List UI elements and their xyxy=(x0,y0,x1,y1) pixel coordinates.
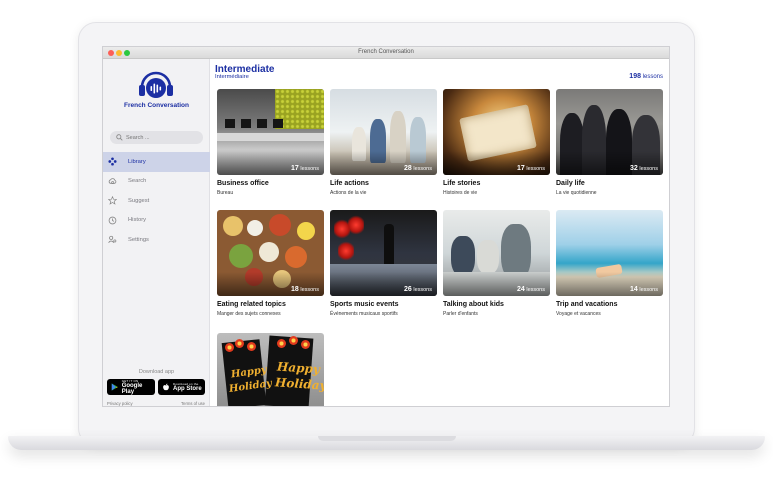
lesson-title: Eating related topics xyxy=(217,301,286,308)
history-icon xyxy=(108,216,117,225)
lesson-thumbnail: 26 lessons xyxy=(330,210,437,296)
app-store-button[interactable]: Download on the App Store xyxy=(158,379,205,395)
page-subtitle: Intermédiaire xyxy=(215,74,249,80)
lesson-title: Life stories xyxy=(443,180,481,187)
brand-name: French Conversation xyxy=(123,102,189,109)
lesson-subtitle: Actions de la vie xyxy=(330,190,367,196)
search-icon xyxy=(116,134,123,141)
lesson-subtitle: Voyage et vacances xyxy=(556,311,601,317)
sidebar-item-settings[interactable]: Settings xyxy=(103,230,210,250)
title-bar: French Conversation xyxy=(103,47,669,59)
lesson-count: 17 lessons xyxy=(291,165,319,172)
star-icon xyxy=(108,196,117,206)
library-icon xyxy=(108,157,117,166)
lesson-card-sports-music-events[interactable]: 26 lessons Sports music events Événement… xyxy=(330,210,437,317)
lesson-subtitle: Parler d'enfants xyxy=(443,311,478,317)
lesson-card-trip-and-vacations[interactable]: 14 lessons Trip and vacations Voyage et … xyxy=(556,210,663,317)
sidebar-item-history[interactable]: History xyxy=(103,211,210,231)
lesson-count: 32 lessons xyxy=(630,165,658,172)
sidebar-item-suggest[interactable]: Suggest xyxy=(103,191,210,211)
lesson-title: Trip and vacations xyxy=(556,301,618,308)
sidebar-item-label: History xyxy=(128,217,147,224)
lesson-card-business-office[interactable]: 17 lessons Business office Bureau xyxy=(217,89,324,196)
google-play-big-text: Google Play xyxy=(121,382,143,395)
lesson-thumbnail: 28 lessons xyxy=(330,89,437,175)
lesson-subtitle: Événements musicaux sportifs xyxy=(330,311,398,317)
lesson-title: Business office xyxy=(217,180,269,187)
lesson-card-talking-about-kids[interactable]: 24 lessons Talking about kids Parler d'e… xyxy=(443,210,550,317)
lesson-thumbnail: 17 lessons xyxy=(443,89,550,175)
headphones-logo-icon xyxy=(139,71,173,98)
lesson-subtitle: La vie quotidienne xyxy=(556,190,597,196)
lesson-count: 24 lessons xyxy=(517,286,545,293)
lesson-card-life-actions[interactable]: 28 lessons Life actions Actions de la vi… xyxy=(330,89,437,196)
terms-of-use-link[interactable]: Terms of use xyxy=(181,401,205,406)
sidebar-nav: Library Search Suggest History Settings xyxy=(103,152,210,250)
holiday-text-3: Happy xyxy=(276,359,321,377)
sidebar-item-label: Search xyxy=(128,178,147,185)
app-window: French Conversation French Conversation xyxy=(102,46,670,407)
privacy-policy-link[interactable]: Privacy policy xyxy=(107,401,133,406)
apple-icon xyxy=(163,383,169,391)
sidebar-item-label: Suggest xyxy=(128,197,150,204)
lesson-thumbnail: 18 lessons xyxy=(217,210,324,296)
sidebar-item-label: Library xyxy=(128,158,146,165)
main-content: Intermediate Intermédiaire 198 lessons 1… xyxy=(211,59,669,406)
lesson-thumbnail: 17 lessons xyxy=(217,89,324,175)
total-lessons-count: 198 xyxy=(629,73,641,80)
download-label: Download app xyxy=(138,369,175,375)
sidebar-item-search[interactable]: Search xyxy=(103,172,210,192)
lesson-title: Life actions xyxy=(330,180,369,187)
lesson-count: 26 lessons xyxy=(404,286,432,293)
lesson-thumbnail: 24 lessons xyxy=(443,210,550,296)
lesson-count: 17 lessons xyxy=(517,165,545,172)
lesson-count: 14 lessons xyxy=(630,286,658,293)
lesson-subtitle: Histoires de vie xyxy=(443,190,478,196)
lesson-title: Sports music events xyxy=(330,301,399,308)
search-box[interactable] xyxy=(110,131,203,144)
laptop-notch xyxy=(318,436,456,441)
lesson-subtitle: Manger des sujets connexes xyxy=(217,311,281,317)
sidebar-item-label: Settings xyxy=(128,236,149,243)
lesson-title: Daily life xyxy=(556,180,585,187)
window-title: French Conversation xyxy=(358,49,414,55)
lesson-subtitle: Bureau xyxy=(217,190,234,196)
lesson-count: 28 lessons xyxy=(404,165,432,172)
app-store-big-text: App Store xyxy=(173,385,202,392)
lesson-thumbnail: Happy Holiday Happy Holiday xyxy=(217,333,324,406)
google-play-icon xyxy=(111,383,118,391)
sidebar: French Conversation Library xyxy=(103,59,210,406)
lesson-title: Talking about kids xyxy=(443,301,504,308)
google-play-button[interactable]: GET IT ON Google Play xyxy=(107,379,155,395)
lesson-card-holidays[interactable]: Happy Holiday Happy Holiday xyxy=(217,333,324,406)
settings-icon xyxy=(108,236,117,244)
lesson-card-life-stories[interactable]: 17 lessons Life stories Histoires de vie xyxy=(443,89,550,196)
cloud-search-icon xyxy=(108,177,117,184)
total-lessons-unit: lessons xyxy=(642,74,663,80)
search-input[interactable] xyxy=(126,132,200,143)
lesson-count: 18 lessons xyxy=(291,286,319,293)
lesson-card-eating-related-topics[interactable]: 18 lessons Eating related topics Manger … xyxy=(217,210,324,317)
lesson-card-daily-life[interactable]: 32 lessons Daily life La vie quotidienne xyxy=(556,89,663,196)
total-lessons: 198 lessons xyxy=(629,73,663,80)
lesson-thumbnail: 32 lessons xyxy=(556,89,663,175)
lesson-thumbnail: 14 lessons xyxy=(556,210,663,296)
sidebar-item-library[interactable]: Library xyxy=(103,152,210,172)
